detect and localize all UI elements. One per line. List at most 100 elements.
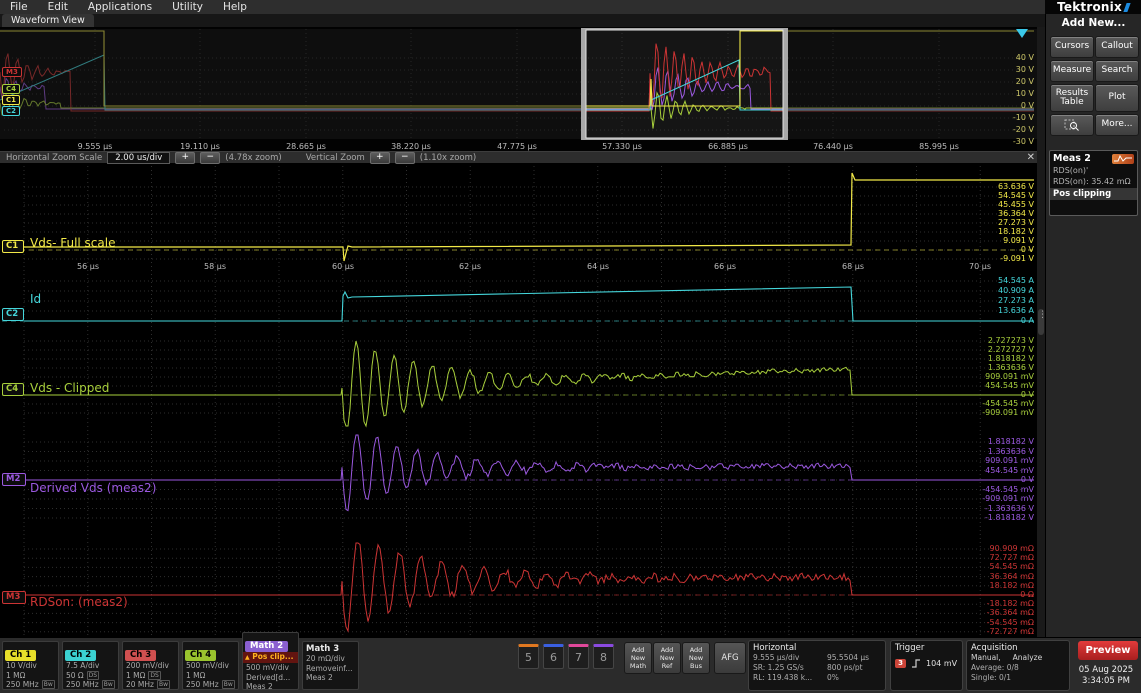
settings-bar: Horizontal 9.555 µs/div95.5504 µsSR: 1.2… bbox=[0, 637, 1141, 693]
channel-settings-badge-ch4[interactable]: Ch 4500 mV/div1 MΩ250 MHzBw bbox=[182, 641, 239, 690]
sidebar-button-search[interactable]: Search bbox=[1095, 60, 1139, 82]
vertical-zoom-plus-button[interactable]: + bbox=[370, 152, 390, 164]
math-settings-badge-math2[interactable]: Math 2▲ Pos clip...500 mV/divDerived[d..… bbox=[242, 632, 299, 690]
setting-value: 7.5 A/div bbox=[66, 661, 99, 670]
button-label: AddNewBus bbox=[689, 646, 703, 670]
sidebar-button-cursors[interactable]: Cursors bbox=[1050, 36, 1094, 58]
afg-button[interactable]: AFG bbox=[714, 642, 746, 674]
channel-setting-row: 200 mV/div bbox=[123, 661, 178, 671]
channel-setting-row: 500 mV/div bbox=[183, 661, 238, 671]
channel-setting-row: 1 MΩ bbox=[3, 671, 58, 681]
math-settings-badge-math3[interactable]: Math 320 mΩ/divRemoveinf...Meas 2 bbox=[302, 641, 359, 690]
overview-plot[interactable] bbox=[0, 27, 1037, 141]
trigger-position-icon[interactable] bbox=[1016, 29, 1028, 38]
setting-value: 800 ps/pt bbox=[827, 663, 863, 673]
setting-value: 500 mV/div bbox=[186, 661, 229, 670]
overview-time-label: 28.665 µs bbox=[284, 142, 328, 151]
channel-button-6[interactable]: 6 bbox=[543, 644, 564, 669]
channel-settings-badge-ch1[interactable]: Ch 110 V/div1 MΩ250 MHzBw bbox=[2, 641, 59, 690]
setting-value: 0% bbox=[827, 673, 839, 683]
menu-item-file[interactable]: File bbox=[10, 1, 28, 13]
zoom-plot[interactable] bbox=[0, 164, 1037, 637]
trigger-title: Trigger bbox=[891, 641, 962, 653]
horizontal-title: Horizontal bbox=[749, 641, 885, 653]
channel-badge-c2[interactable]: C2 bbox=[2, 308, 24, 321]
bw-tag-icon: Bw bbox=[42, 680, 55, 689]
sidebar-button-callout[interactable]: Callout bbox=[1095, 36, 1139, 58]
panel-splitter[interactable]: ⋮ bbox=[1037, 27, 1045, 637]
setting-value: 95.5504 µs bbox=[827, 653, 869, 663]
add-new-math-button[interactable]: AddNewMath bbox=[624, 642, 652, 674]
bw-tag-icon: Bw bbox=[102, 680, 115, 689]
overview-axis-label: 10 V bbox=[934, 89, 1034, 99]
button-label: AddNewRef bbox=[660, 646, 674, 670]
zoom-close-icon[interactable]: ✕ bbox=[1027, 152, 1035, 163]
horizontal-zoom-minus-button[interactable]: − bbox=[200, 152, 220, 164]
overview-badge-m3[interactable]: M3 bbox=[2, 67, 22, 77]
channel-button-5[interactable]: 5 bbox=[518, 644, 539, 669]
sidebar-button-measure[interactable]: Measure bbox=[1050, 60, 1094, 82]
meas2-source-chip[interactable] bbox=[1112, 154, 1134, 164]
channel-badge-c4[interactable]: C4 bbox=[2, 383, 24, 396]
menu-item-applications[interactable]: Applications bbox=[88, 1, 152, 13]
add-new-ref-button[interactable]: AddNewRef bbox=[653, 642, 681, 674]
overview-badge-c4[interactable]: C4 bbox=[2, 84, 20, 94]
overview-badge-c1[interactable]: C1 bbox=[2, 95, 20, 105]
horizontal-zoom-plus-button[interactable]: + bbox=[175, 152, 195, 164]
setting-value: 1 MΩ bbox=[6, 671, 25, 680]
bw-tag-icon: Bw bbox=[222, 680, 235, 689]
trigger-settings-badge[interactable]: Trigger 3 104 mV bbox=[890, 640, 963, 691]
splitter-grip-icon[interactable]: ⋮ bbox=[1038, 309, 1044, 335]
button-label: AddNewMath bbox=[630, 646, 646, 670]
meas2-row: RDS(on)' bbox=[1050, 165, 1137, 176]
channel-button-7[interactable]: 7 bbox=[568, 644, 589, 669]
vertical-zoom-label: Vertical Zoom bbox=[306, 153, 365, 163]
overview-axis-label: -10 V bbox=[934, 113, 1034, 123]
add-new-bus-button[interactable]: AddNewBus bbox=[682, 642, 710, 674]
menu-item-utility[interactable]: Utility bbox=[172, 1, 203, 13]
channel-setting-row: 250 MHzBw bbox=[183, 680, 238, 690]
menu-item-edit[interactable]: Edit bbox=[48, 1, 68, 13]
channel-badge-c1[interactable]: C1 bbox=[2, 240, 24, 253]
zoom-window-left-handle bbox=[581, 28, 586, 140]
trigger-source-badge[interactable]: 3 bbox=[895, 659, 906, 668]
channel-settings-badge-ch3[interactable]: Ch 3200 mV/div1 MΩDS20 MHzBw bbox=[122, 641, 179, 690]
horizontal-setting-row: RL: 119.438 k...0% bbox=[749, 673, 885, 683]
sidebar-button-plot[interactable]: Plot bbox=[1095, 84, 1139, 112]
ds-tag-icon: DS bbox=[87, 671, 99, 680]
horizontal-zoom-factor: (4.78x zoom) bbox=[225, 153, 281, 163]
zoomed-waveform-area[interactable] bbox=[0, 164, 1037, 637]
setting-value: 1 MΩ bbox=[186, 671, 205, 680]
vertical-zoom-minus-button[interactable]: − bbox=[395, 152, 415, 164]
waveform-overview[interactable]: 40 V30 V20 V10 V0 V-10 V-20 V-30 V9.555 … bbox=[0, 27, 1045, 151]
overview-axis-label: 40 V bbox=[934, 53, 1034, 63]
setting-value: 9.555 µs/div bbox=[753, 653, 827, 663]
menu-item-help[interactable]: Help bbox=[223, 1, 247, 13]
acquisition-settings-badge[interactable]: Acquisition Manual, Analyze Average: 0/8… bbox=[966, 640, 1070, 691]
channel-chip: Ch 3 bbox=[125, 650, 156, 661]
setting-value: 20 MHz bbox=[126, 680, 154, 689]
horizontal-zoom-scale-value[interactable]: 2.00 us/div bbox=[107, 152, 170, 164]
trace-c1-vds-full-scale bbox=[24, 173, 1034, 261]
tab-waveform-view[interactable]: Waveform View bbox=[2, 14, 94, 27]
sidebar-button-zoom-reset[interactable] bbox=[1050, 114, 1094, 136]
zoom-reset-icon bbox=[1064, 118, 1080, 132]
meas2-results-badge[interactable]: Meas 2 RDS(on)'RDS(on): 35.42 mΩ Pos cli… bbox=[1049, 150, 1138, 216]
channel-badge-m2[interactable]: M2 bbox=[2, 473, 26, 486]
overview-time-label: 76.440 µs bbox=[811, 142, 855, 151]
trace-m3-rdson bbox=[24, 543, 1034, 631]
channel-settings-badge-ch2[interactable]: Ch 27.5 A/div50 ΩDS250 MHzBw bbox=[62, 641, 119, 690]
acquisition-average: Average: 0/8 bbox=[971, 663, 1019, 673]
channel-setting-row: 7.5 A/div bbox=[63, 661, 118, 671]
sidebar-button-results-table[interactable]: Results Table bbox=[1050, 84, 1094, 112]
overview-badge-c2[interactable]: C2 bbox=[2, 106, 20, 116]
math-chip: Math 3 bbox=[303, 642, 358, 654]
sidebar-button-more-[interactable]: More... bbox=[1095, 114, 1139, 136]
channel-badge-m3[interactable]: M3 bbox=[2, 591, 26, 604]
channel-button-8[interactable]: 8 bbox=[593, 644, 614, 669]
overview-time-label: 85.995 µs bbox=[917, 142, 961, 151]
horizontal-settings-badge[interactable]: Horizontal 9.555 µs/div95.5504 µsSR: 1.2… bbox=[748, 640, 886, 691]
preview-button[interactable]: Preview bbox=[1078, 641, 1138, 660]
channel-chip: Ch 4 bbox=[185, 650, 216, 661]
overview-time-label: 57.330 µs bbox=[600, 142, 644, 151]
